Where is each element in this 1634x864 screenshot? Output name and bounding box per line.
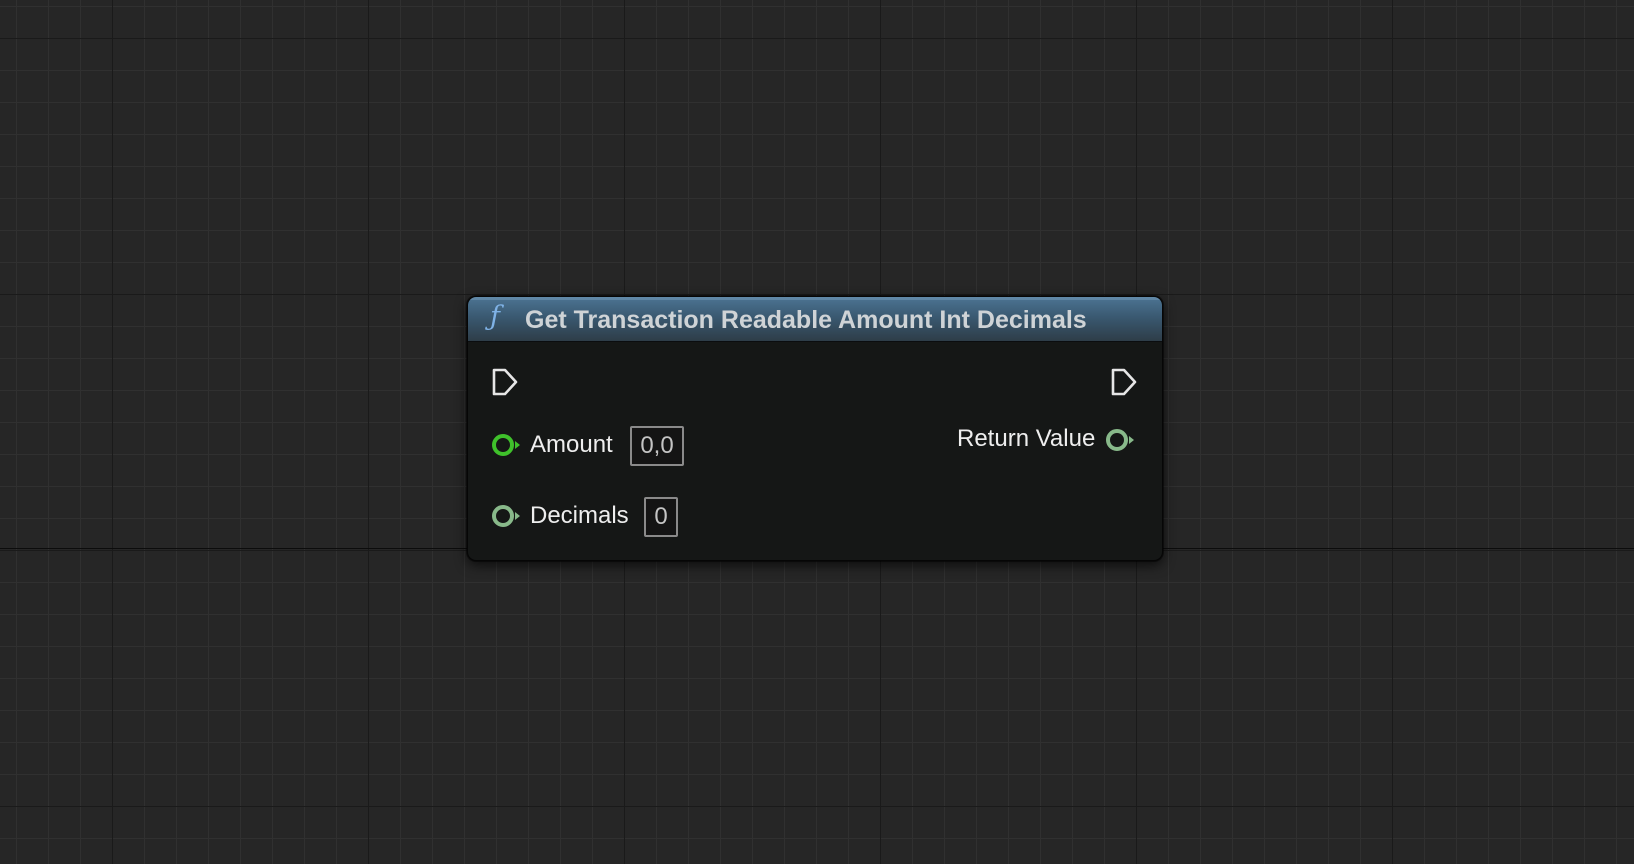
function-node[interactable]: ƒ Get Transaction Readable Amount Int De… <box>467 296 1163 561</box>
return-value-label: Return Value <box>957 425 1096 452</box>
blueprint-graph-canvas[interactable]: ƒ Get Transaction Readable Amount Int De… <box>0 0 1634 864</box>
decimals-label: Decimals <box>530 502 629 529</box>
decimals-input-pin[interactable] <box>490 503 522 529</box>
amount-input-pin[interactable] <box>490 432 522 458</box>
amount-label: Amount <box>530 431 613 458</box>
node-title: Get Transaction Readable Amount Int Deci… <box>525 306 1087 334</box>
exec-input-pin[interactable] <box>491 367 519 397</box>
amount-value-field[interactable]: 0,0 <box>630 426 684 466</box>
decimals-value-field[interactable]: 0 <box>644 497 678 537</box>
node-header[interactable]: ƒ Get Transaction Readable Amount Int De… <box>468 297 1162 342</box>
function-icon: ƒ <box>490 301 500 332</box>
return-value-output-pin[interactable] <box>1104 427 1136 453</box>
exec-output-pin[interactable] <box>1110 367 1138 397</box>
